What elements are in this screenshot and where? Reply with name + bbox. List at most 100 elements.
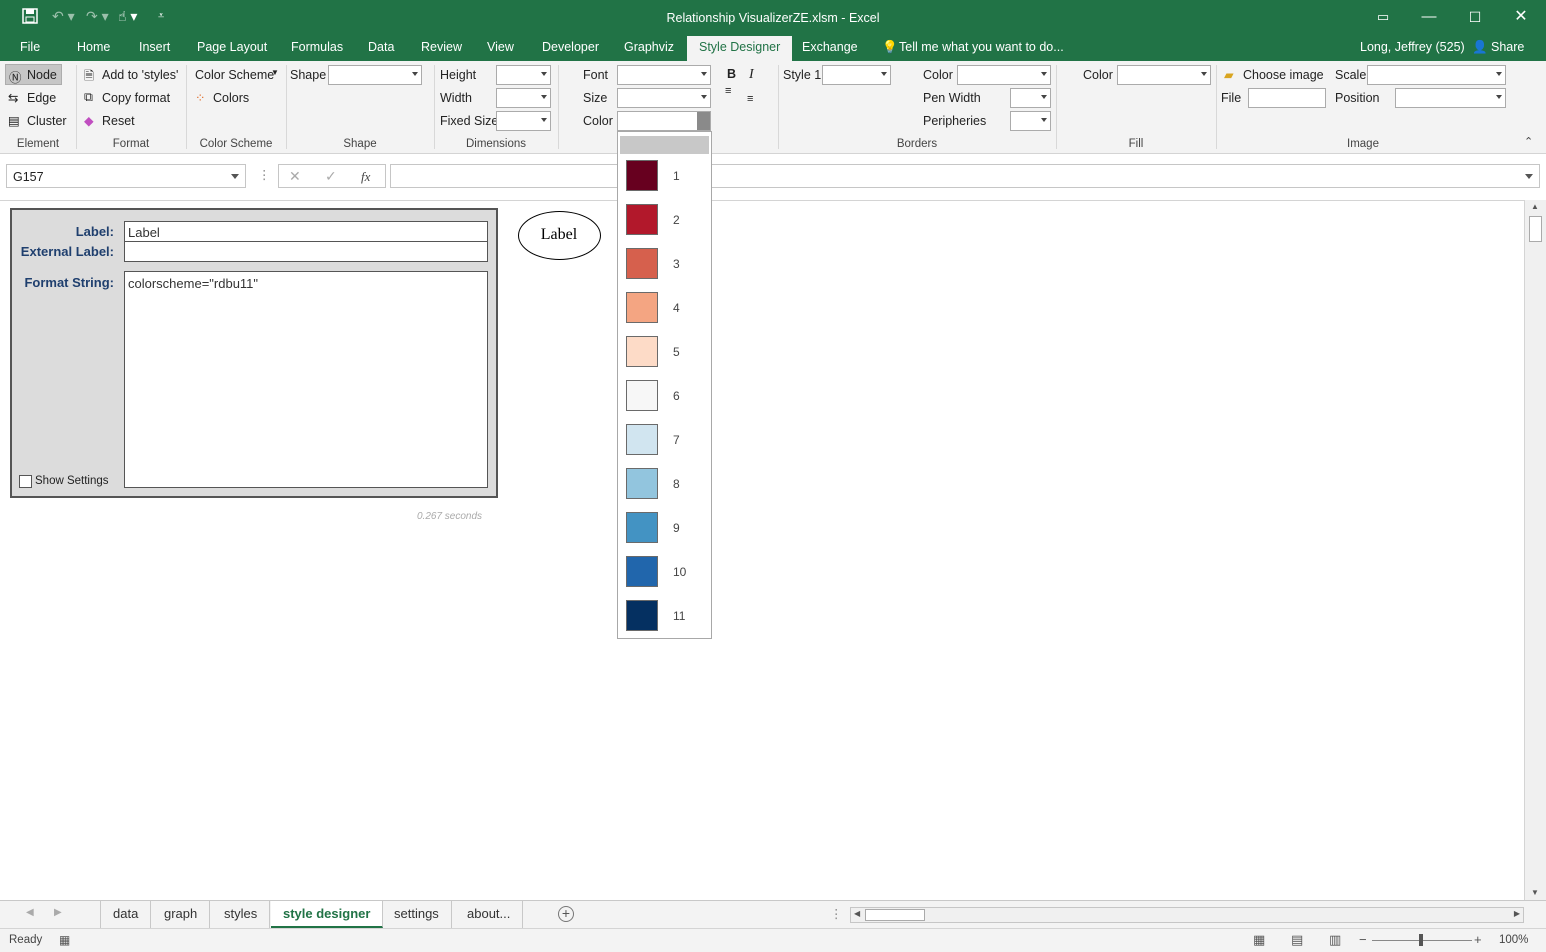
tab-view[interactable]: View xyxy=(487,36,514,61)
color-swatch-7[interactable] xyxy=(626,424,658,455)
share-icon[interactable]: 👤 xyxy=(1472,36,1488,61)
scroll-left-icon[interactable]: ◀ xyxy=(854,909,860,918)
align-bottom-icon[interactable]: ≡ xyxy=(747,93,753,105)
tab-graphviz[interactable]: Graphviz xyxy=(624,36,674,61)
reset-button[interactable]: ◆ Reset xyxy=(84,113,184,131)
sheet-tab-style-designer[interactable]: style designer xyxy=(271,901,384,928)
close-icon[interactable]: ✕ xyxy=(1498,6,1544,30)
align-top-icon[interactable]: ≡ xyxy=(725,85,731,97)
fill-color-dropdown[interactable] xyxy=(1117,65,1211,85)
sheet-tab-settings[interactable]: settings xyxy=(382,901,452,928)
tab-exchange[interactable]: Exchange xyxy=(802,36,858,61)
border-color-dropdown[interactable] xyxy=(957,65,1051,85)
vertical-scroll-thumb[interactable] xyxy=(1529,216,1542,242)
normal-view-icon[interactable]: ▦ xyxy=(1253,932,1265,948)
dropdown-open-indicator[interactable] xyxy=(697,112,710,130)
name-box[interactable]: G157 xyxy=(6,164,246,188)
color-swatch-5[interactable] xyxy=(626,336,658,367)
page-break-view-icon[interactable]: ▥ xyxy=(1329,932,1341,948)
external-label-input[interactable] xyxy=(124,241,488,262)
format-string-textarea[interactable]: colorscheme="rdbu11" xyxy=(124,271,488,488)
scroll-tabs-left-icon[interactable]: ◀ xyxy=(26,907,34,918)
sheet-tab-data[interactable]: data xyxy=(101,901,152,928)
tab-insert[interactable]: Insert xyxy=(139,36,170,61)
node-button[interactable]: Ⓝ Node xyxy=(5,64,62,85)
color-swatch-4[interactable] xyxy=(626,292,658,323)
scroll-tabs-right-icon[interactable]: ▶ xyxy=(54,907,62,918)
tab-data[interactable]: Data xyxy=(368,36,394,61)
width-dropdown[interactable] xyxy=(496,88,551,108)
vertical-scrollbar[interactable]: ▲ ▼ xyxy=(1524,200,1546,900)
font-color-dropdown[interactable] xyxy=(617,111,711,131)
macro-record-icon[interactable]: ▦ xyxy=(59,933,70,947)
fixed-size-dropdown[interactable] xyxy=(496,111,551,131)
tab-page-layout[interactable]: Page Layout xyxy=(197,36,267,61)
color-swatch-8[interactable] xyxy=(626,468,658,499)
zoom-out-icon[interactable]: − xyxy=(1359,932,1367,947)
sheet-tab-about[interactable]: about... xyxy=(455,901,524,928)
ribbon-display-icon[interactable]: ▭ xyxy=(1360,6,1406,30)
choose-image-button[interactable]: ▰ Choose image xyxy=(1224,67,1324,85)
color-swatch-1[interactable] xyxy=(626,160,658,191)
cluster-button[interactable]: ▤ Cluster xyxy=(8,113,70,131)
color-swatch-11[interactable] xyxy=(626,600,658,631)
color-scheme-dropdown[interactable]: Color Scheme ▼ xyxy=(195,67,281,85)
enter-icon[interactable]: ✓ xyxy=(325,168,337,185)
tab-file[interactable]: File xyxy=(20,36,40,61)
copy-format-button[interactable]: ⧉ Copy format xyxy=(84,90,184,108)
formula-input[interactable] xyxy=(390,164,1540,188)
label-input[interactable]: Label xyxy=(124,221,488,242)
zoom-in-icon[interactable]: + xyxy=(1474,932,1482,947)
tab-formulas[interactable]: Formulas xyxy=(291,36,343,61)
edge-button[interactable]: ⇆ Edge xyxy=(8,90,66,108)
color-swatch-3[interactable] xyxy=(626,248,658,279)
peripheries-dropdown[interactable] xyxy=(1010,111,1051,131)
scale-dropdown[interactable] xyxy=(1367,65,1506,85)
show-settings-checkbox[interactable] xyxy=(19,475,32,488)
font-dropdown[interactable] xyxy=(617,65,711,85)
size-dropdown[interactable] xyxy=(617,88,711,108)
bold-button[interactable]: B xyxy=(727,67,736,81)
horizontal-scroll-thumb[interactable] xyxy=(865,909,925,921)
maximize-icon[interactable]: ☐ xyxy=(1452,6,1498,30)
color-swatch-2[interactable] xyxy=(626,204,658,235)
file-input[interactable] xyxy=(1248,88,1326,108)
minimize-icon[interactable]: — xyxy=(1406,6,1452,30)
zoom-level[interactable]: 100% xyxy=(1499,934,1528,946)
zoom-slider-thumb[interactable] xyxy=(1419,934,1423,946)
sheet-tab-styles[interactable]: styles xyxy=(212,901,271,928)
expand-formula-icon[interactable] xyxy=(1525,174,1533,179)
split-handle-icon[interactable]: ⋮ xyxy=(830,906,843,921)
cancel-icon[interactable]: ✕ xyxy=(289,168,301,185)
color-swatch-9[interactable] xyxy=(626,512,658,543)
scroll-right-icon[interactable]: ▶ xyxy=(1514,909,1520,918)
tab-developer[interactable]: Developer xyxy=(542,36,599,61)
collapse-ribbon-icon[interactable]: ⌃ xyxy=(1524,135,1533,148)
page-layout-view-icon[interactable]: ▤ xyxy=(1291,932,1303,948)
style-dropdown[interactable] xyxy=(822,65,891,85)
drag-handle-icon[interactable]: ⋮ xyxy=(258,167,271,182)
dropdown-blank-item[interactable] xyxy=(620,136,709,154)
tab-home[interactable]: Home xyxy=(77,36,110,61)
share-button[interactable]: Share xyxy=(1491,36,1524,61)
height-dropdown[interactable] xyxy=(496,65,551,85)
color-dropdown-list[interactable]: 1 2 3 4 5 6 7 8 9 10 11 xyxy=(617,131,712,639)
shape-dropdown[interactable] xyxy=(328,65,422,85)
scroll-down-icon[interactable]: ▼ xyxy=(1531,888,1539,897)
tell-me-search[interactable]: Tell me what you want to do... xyxy=(899,36,1064,61)
pen-width-dropdown[interactable] xyxy=(1010,88,1051,108)
italic-button[interactable]: I xyxy=(749,67,754,83)
tab-review[interactable]: Review xyxy=(421,36,462,61)
tab-style-designer[interactable]: Style Designer xyxy=(687,36,793,61)
scroll-up-icon[interactable]: ▲ xyxy=(1531,202,1539,211)
add-sheet-icon[interactable]: + xyxy=(558,906,574,922)
user-name[interactable]: Long, Jeffrey (525) xyxy=(1360,36,1465,61)
sheet-tab-graph[interactable]: graph xyxy=(152,901,211,928)
add-to-styles-button[interactable]: 🗎 Add to 'styles' xyxy=(84,67,184,85)
horizontal-scrollbar[interactable]: ◀ ▶ xyxy=(850,907,1524,923)
color-swatch-10[interactable] xyxy=(626,556,658,587)
insert-function-button[interactable]: fx xyxy=(361,169,370,185)
colors-button[interactable]: ⁘ Colors xyxy=(195,90,281,108)
position-dropdown[interactable] xyxy=(1395,88,1506,108)
color-swatch-6[interactable] xyxy=(626,380,658,411)
